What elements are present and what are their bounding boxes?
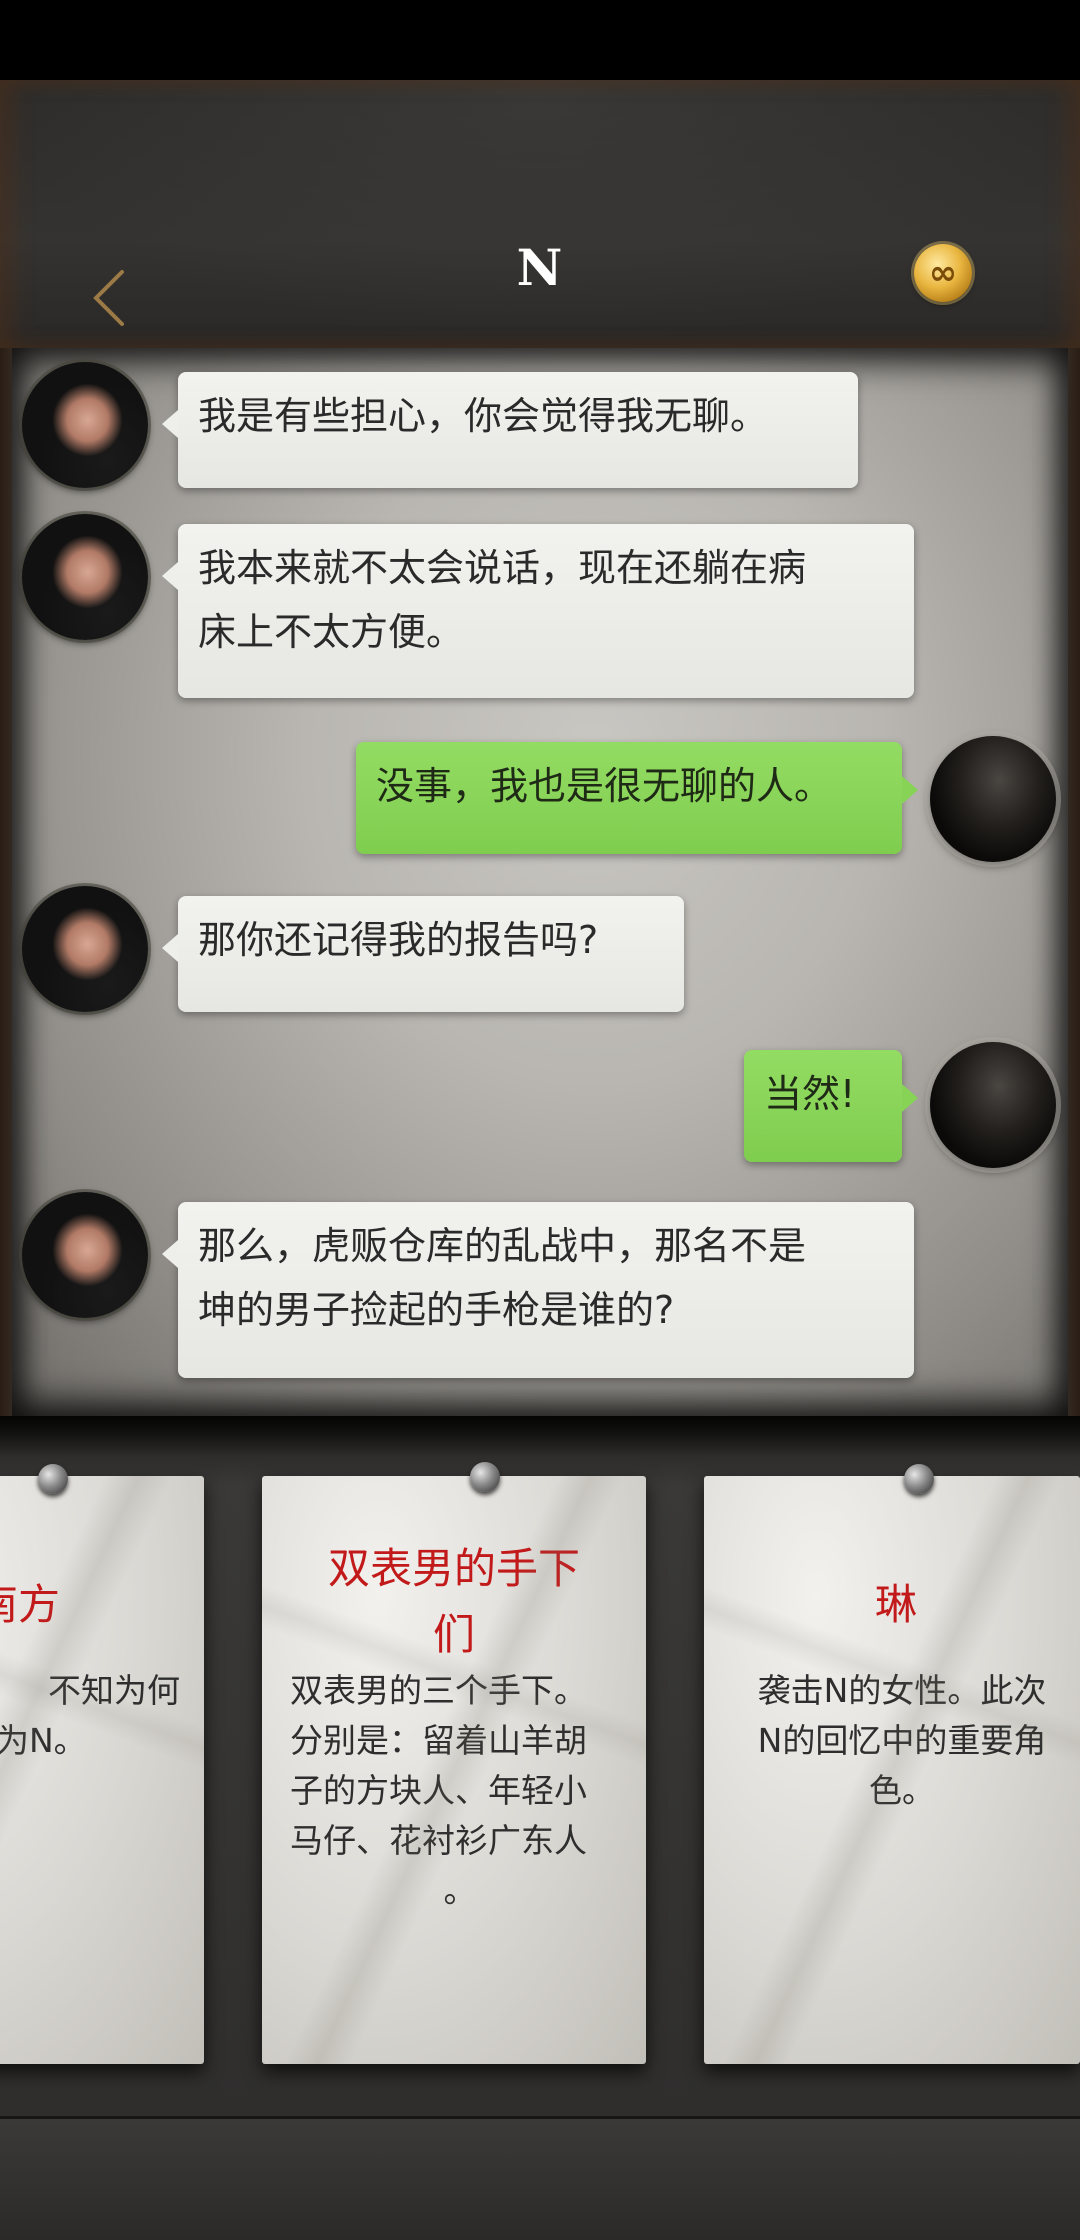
avatar-self[interactable] xyxy=(930,1042,1056,1168)
clue-card[interactable]: 双表男的手下 们 双表男的三个手下。 分别是：留着山羊胡 子的方块人、年轻小 马… xyxy=(262,1476,646,2064)
message-line: 我本来就不太会说话，现在还躺在病 xyxy=(198,546,807,590)
card-title-line: 琳 xyxy=(874,1580,917,1629)
card-desc-line: 双表男的三个手下。 xyxy=(290,1671,587,1710)
clue-card[interactable]: 琳 袭击N的女性。此次 N的回忆中的重要角 色。 xyxy=(704,1476,1080,2064)
card-description: 不知为何 为N。 xyxy=(0,1666,180,1766)
card-desc-line: 袭击N的女性。此次 xyxy=(757,1671,1047,1710)
chat-area[interactable]: 我是有些担心，你会觉得我无聊。 我本来就不太会说话，现在还躺在病 床上不太方便。… xyxy=(12,348,1068,1416)
card-title-line: 们 xyxy=(432,1610,475,1659)
card-description: 袭击N的女性。此次 N的回忆中的重要角 色。 xyxy=(732,1666,1072,1816)
card-desc-line: 。 xyxy=(443,1871,477,1910)
message-bubble[interactable]: 那么，虎贩仓库的乱战中，那名不是 坤的男子捡起的手枪是谁的? xyxy=(162,1202,914,1378)
pin-icon xyxy=(904,1464,934,1494)
coin-icon[interactable]: ∞ xyxy=(914,244,972,302)
message-line: 当然! xyxy=(764,1072,856,1116)
message-bubble[interactable]: 我本来就不太会说话，现在还躺在病 床上不太方便。 xyxy=(162,524,914,698)
card-title: 南方 xyxy=(0,1572,60,1638)
pin-icon xyxy=(470,1462,500,1492)
infinity-icon: ∞ xyxy=(928,253,958,293)
card-desc-line: N的回忆中的重要角 xyxy=(757,1721,1047,1760)
message-bubble-self[interactable]: 当然! xyxy=(744,1050,918,1162)
message-bubble[interactable]: 我是有些担心，你会觉得我无聊。 xyxy=(162,372,858,488)
card-desc-line: 为N。 xyxy=(0,1721,87,1760)
card-title: 琳 xyxy=(704,1572,1080,1638)
clue-card[interactable]: 南方 不知为何 为N。 xyxy=(0,1476,204,2064)
card-desc-line: 色。 xyxy=(869,1771,935,1810)
card-title-line: 双表男的手下 xyxy=(327,1544,580,1593)
message-line: 那你还记得我的报告吗? xyxy=(198,918,599,962)
card-title-line: 南方 xyxy=(0,1580,60,1629)
message-bubble[interactable]: 那你还记得我的报告吗? xyxy=(162,896,684,1012)
avatar-n[interactable] xyxy=(22,514,148,640)
message-line: 没事，我也是很无聊的人。 xyxy=(376,764,833,808)
message-line: 坤的男子捡起的手枪是谁的? xyxy=(198,1288,675,1332)
card-desc-line: 分别是：留着山羊胡 xyxy=(290,1721,587,1760)
card-desc-line: 马仔、花衬衫广东人 xyxy=(290,1821,587,1860)
card-title: 双表男的手下 们 xyxy=(262,1536,646,1668)
avatar-n[interactable] xyxy=(22,1192,148,1318)
card-description: 双表男的三个手下。 分别是：留着山羊胡 子的方块人、年轻小 马仔、花衬衫广东人 … xyxy=(290,1666,630,1916)
message-line: 床上不太方便。 xyxy=(198,610,465,654)
app-screen: N ∞ 我是有些担心，你会觉得我无聊。 我本来就不太会说话，现在还躺在病 床上不… xyxy=(0,0,1080,2240)
message-bubble-self[interactable]: 没事，我也是很无聊的人。 xyxy=(356,742,918,854)
pin-icon xyxy=(38,1464,68,1494)
avatar-n[interactable] xyxy=(22,886,148,1012)
message-line: 那么，虎贩仓库的乱战中，那名不是 xyxy=(198,1224,807,1268)
avatar-self[interactable] xyxy=(930,736,1056,862)
strip-shadow xyxy=(0,1416,1080,1456)
bottom-bar xyxy=(0,2116,1080,2240)
card-desc-line: 子的方块人、年轻小 xyxy=(290,1771,587,1810)
status-bar xyxy=(0,0,1080,80)
avatar-n[interactable] xyxy=(22,362,148,488)
message-line: 我是有些担心，你会觉得我无聊。 xyxy=(198,394,769,438)
header-bar xyxy=(0,80,1080,348)
card-desc-line: 不知为何 xyxy=(48,1671,180,1710)
